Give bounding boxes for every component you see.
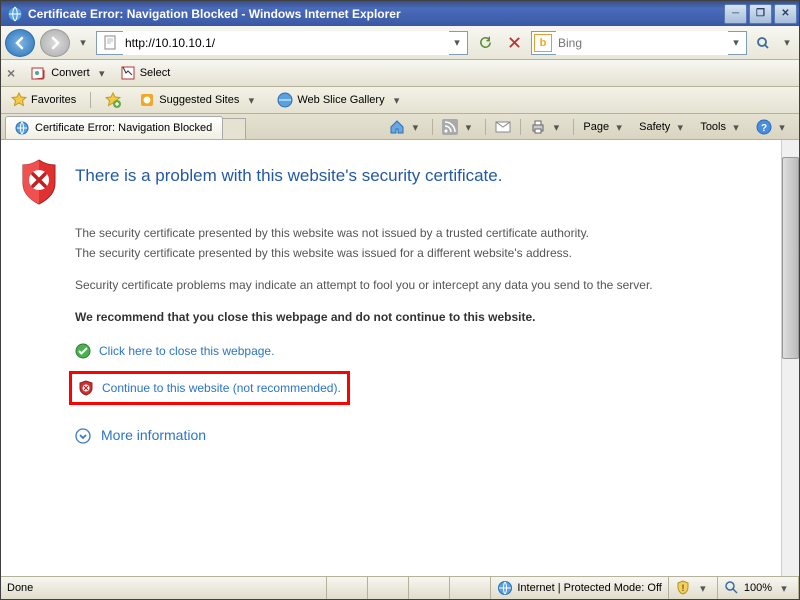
back-button[interactable]: [5, 29, 35, 57]
close-webpage-row: Click here to close this webpage.: [75, 340, 685, 362]
address-bar: ▾ ▾ b ▾ ▾: [1, 26, 799, 60]
tools-menu[interactable]: Tools▾: [697, 115, 747, 139]
error-title: There is a problem with this website's s…: [75, 166, 502, 186]
zoom-control[interactable]: 100% ▾: [718, 577, 799, 599]
address-field[interactable]: ▾: [96, 31, 468, 55]
vertical-scrollbar[interactable]: [781, 140, 799, 576]
error-line-3: Security certificate problems may indica…: [75, 276, 685, 294]
minimize-button[interactable]: ─: [724, 4, 747, 24]
home-button[interactable]: ▾: [386, 115, 426, 139]
convert-toolbar: × Convert ▾ Select: [1, 60, 799, 87]
svg-text:?: ?: [761, 123, 767, 134]
status-bar: Done Internet | Protected Mode: Off ! ▾ …: [1, 576, 799, 599]
help-button[interactable]: ?▾: [753, 115, 793, 139]
zoom-value: 100%: [744, 582, 772, 594]
safety-menu[interactable]: Safety▾: [636, 115, 691, 139]
error-line-2: The security certificate presented by th…: [75, 244, 685, 262]
convert-button[interactable]: Convert ▾: [31, 63, 110, 83]
zone-label: Internet | Protected Mode: Off: [517, 582, 662, 594]
print-button[interactable]: ▾: [527, 115, 567, 139]
close-webpage-link[interactable]: Click here to close this webpage.: [99, 342, 274, 360]
tab-title: Certificate Error: Navigation Blocked: [35, 122, 212, 134]
scrollbar-thumb[interactable]: [782, 157, 799, 359]
internet-zone-icon: [497, 580, 513, 596]
browser-window: Certificate Error: Navigation Blocked - …: [0, 0, 800, 600]
search-button[interactable]: [752, 32, 774, 54]
error-recommend: We recommend that you close this webpage…: [75, 308, 685, 326]
print-icon: [530, 119, 546, 135]
search-input[interactable]: [556, 31, 728, 55]
warn-shield-icon: [78, 380, 94, 396]
highlighted-continue-box: Continue to this website (not recommende…: [69, 371, 350, 405]
tab-current[interactable]: Certificate Error: Navigation Blocked: [5, 116, 223, 139]
ie-page-icon: [14, 120, 30, 136]
home-icon: [389, 119, 405, 135]
select-button[interactable]: Select: [120, 65, 171, 81]
search-provider-dropdown[interactable]: ▾: [728, 33, 744, 53]
star-icon: [11, 92, 27, 108]
maximize-button[interactable]: ❐: [749, 4, 772, 24]
new-tab-button[interactable]: [222, 118, 246, 139]
more-info-link[interactable]: More information: [101, 425, 206, 446]
url-input[interactable]: [123, 31, 449, 55]
select-label: Select: [140, 67, 171, 79]
webslice-label: Web Slice Gallery: [297, 94, 384, 106]
favorites-bar: Favorites Suggested Sites ▾ Web Slice Ga…: [1, 87, 799, 114]
search-field[interactable]: b ▾: [531, 31, 747, 55]
rss-icon: [442, 119, 458, 135]
page-content: There is a problem with this website's s…: [1, 140, 781, 576]
protected-mode-icon-cell[interactable]: ! ▾: [669, 577, 718, 599]
titlebar: Certificate Error: Navigation Blocked - …: [1, 1, 799, 26]
bing-icon: b: [534, 34, 552, 52]
shield-error-icon: [19, 158, 59, 206]
forward-button[interactable]: [40, 29, 70, 57]
error-line-1: The security certificate presented by th…: [75, 224, 685, 242]
window-title: Certificate Error: Navigation Blocked - …: [28, 7, 724, 21]
webslice-button[interactable]: Web Slice Gallery ▾: [273, 88, 408, 112]
continue-link[interactable]: Continue to this website (not recommende…: [102, 379, 341, 397]
ie-icon: [7, 6, 23, 22]
refresh-button[interactable]: [473, 31, 497, 55]
convert-dropdown[interactable]: ▾: [94, 63, 110, 83]
convert-icon: [31, 65, 47, 81]
info-icon: !: [675, 580, 691, 596]
command-bar: ▾ ▾ ▾ Page▾ Safety▾ Tools▾ ?▾: [386, 116, 793, 138]
add-star-icon: [105, 92, 121, 108]
zoom-icon: [724, 580, 740, 596]
suggested-label: Suggested Sites: [159, 94, 239, 106]
suggested-sites-button[interactable]: Suggested Sites ▾: [135, 88, 263, 112]
close-button[interactable]: ✕: [774, 4, 797, 24]
close-toolbar-button[interactable]: ×: [7, 65, 15, 81]
expand-icon[interactable]: [75, 428, 91, 444]
select-icon: [120, 65, 136, 81]
page-icon: [103, 35, 119, 51]
favorites-label: Favorites: [31, 94, 76, 106]
content-area: There is a problem with this website's s…: [1, 140, 799, 576]
tab-bar: Certificate Error: Navigation Blocked ▾ …: [1, 114, 799, 140]
history-dropdown[interactable]: ▾: [75, 33, 91, 53]
convert-label: Convert: [51, 67, 90, 79]
page-menu[interactable]: Page▾: [580, 115, 630, 139]
status-text: Done: [1, 577, 327, 599]
mail-button[interactable]: [492, 117, 514, 137]
address-dropdown[interactable]: ▾: [449, 33, 465, 53]
more-info-row: More information: [75, 425, 685, 446]
add-favorite-button[interactable]: [101, 90, 125, 110]
feeds-button[interactable]: ▾: [439, 115, 479, 139]
favorites-button[interactable]: Favorites: [7, 90, 80, 110]
stop-button[interactable]: [502, 31, 526, 55]
svg-text:!: !: [681, 583, 684, 593]
search-options-dropdown[interactable]: ▾: [779, 33, 795, 53]
help-icon: ?: [756, 119, 772, 135]
mail-icon: [495, 119, 511, 135]
ok-shield-icon: [75, 343, 91, 359]
suggested-icon: [139, 92, 155, 108]
webslice-icon: [277, 92, 293, 108]
security-zone[interactable]: Internet | Protected Mode: Off: [491, 577, 669, 599]
